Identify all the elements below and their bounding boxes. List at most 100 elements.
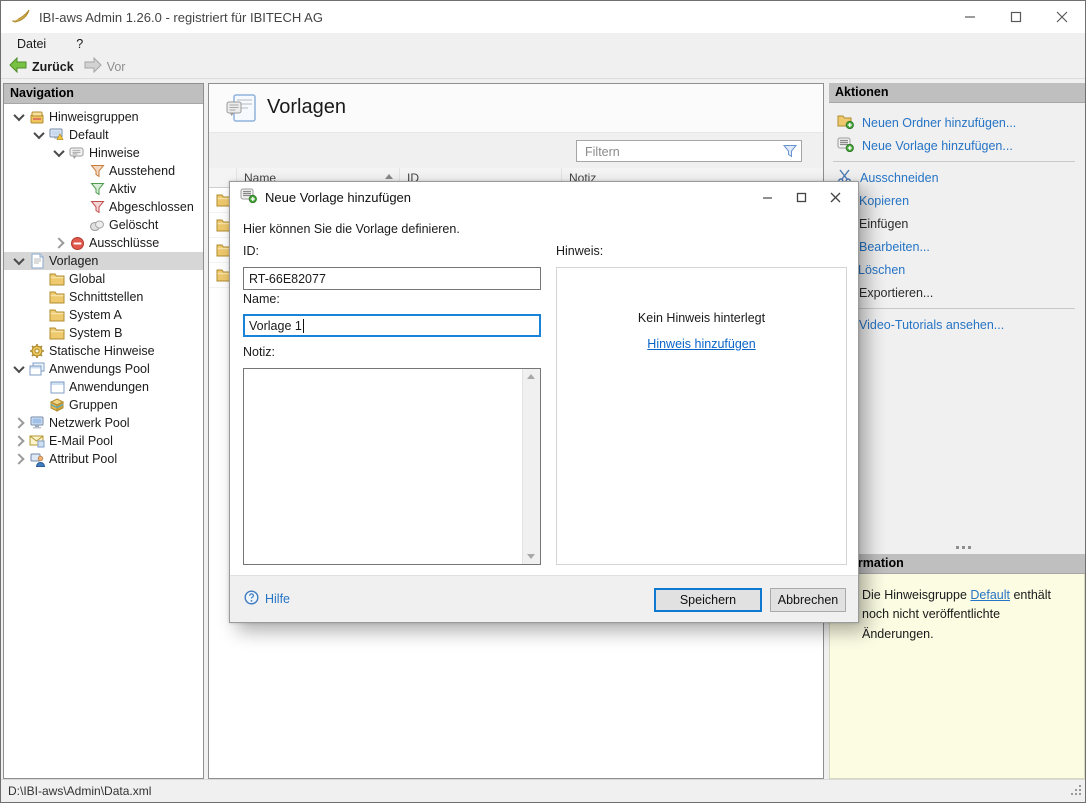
name-label: Name: bbox=[243, 292, 280, 306]
action-exportieren[interactable]: Exportieren... bbox=[829, 281, 1085, 304]
app-window: IBI-aws Admin 1.26.0 - registriert für I… bbox=[0, 0, 1086, 803]
hinweis-empty-text: Kein Hinweis hinterlegt bbox=[637, 311, 766, 325]
tree-item-hinweisgruppen[interactable]: Hinweisgruppen bbox=[4, 108, 203, 126]
tree-item-anwendungs-pool[interactable]: Anwendungs Pool bbox=[4, 360, 203, 378]
folder-icon bbox=[48, 290, 66, 304]
chevron-right-icon[interactable] bbox=[10, 434, 28, 448]
text-caret bbox=[302, 318, 304, 333]
chevron-right-icon[interactable] bbox=[10, 416, 28, 430]
action-video-tutorials[interactable]: Video-Tutorials ansehen... bbox=[829, 313, 1085, 336]
actions-header: Aktionen bbox=[829, 83, 1085, 103]
dialog-footer: Hilfe Speichern Abbrechen bbox=[230, 575, 858, 622]
information-panel: Information Die Hinweisgruppe Default en… bbox=[829, 541, 1085, 779]
dialog-title: Neue Vorlage hinzufügen bbox=[265, 189, 412, 205]
id-label: ID: bbox=[243, 244, 259, 258]
tree-item-abgeschlossen[interactable]: Abgeschlossen bbox=[4, 198, 203, 216]
scroll-down-icon bbox=[527, 554, 535, 559]
speichern-button[interactable]: Speichern bbox=[654, 588, 762, 612]
dialog-minimize-button[interactable] bbox=[750, 182, 784, 212]
maximize-button[interactable] bbox=[993, 1, 1039, 33]
tree-item-system-b[interactable]: System B bbox=[4, 324, 203, 342]
resize-grip[interactable] bbox=[1070, 784, 1082, 799]
template-add-icon bbox=[240, 188, 257, 206]
hinweis-hinzufuegen-link[interactable]: Hinweis hinzufügen bbox=[647, 337, 755, 351]
tree-item-system-a[interactable]: System A bbox=[4, 306, 203, 324]
dialog-subtitle: Hier können Sie die Vorlage definieren. bbox=[243, 222, 460, 236]
chevron-right-icon[interactable] bbox=[50, 236, 68, 250]
tree-item-default[interactable]: Default bbox=[4, 126, 203, 144]
information-message: Die Hinweisgruppe Default enthält noch n… bbox=[829, 574, 1085, 779]
chevron-down-icon[interactable] bbox=[10, 109, 28, 124]
chevron-right-icon[interactable] bbox=[10, 452, 28, 466]
tree-item-ausschluesse[interactable]: Ausschlüsse bbox=[4, 234, 203, 252]
help-link[interactable]: Hilfe bbox=[244, 590, 290, 608]
menu-datei[interactable]: Datei bbox=[17, 37, 46, 51]
panel-splitter-handle[interactable] bbox=[829, 541, 1085, 554]
tree-item-vorlagen[interactable]: Vorlagen bbox=[4, 252, 203, 270]
funnel-red-icon bbox=[88, 200, 106, 214]
new-template-dialog: Neue Vorlage hinzufügen Hier können Sie … bbox=[229, 181, 859, 623]
tree-item-geloescht[interactable]: Gelöscht bbox=[4, 216, 203, 234]
tree-item-statische-hinweise[interactable]: Statische Hinweise bbox=[4, 342, 203, 360]
tree-item-schnittstellen[interactable]: Schnittstellen bbox=[4, 288, 203, 306]
tree-item-global[interactable]: Global bbox=[4, 270, 203, 288]
menu-help[interactable]: ? bbox=[76, 37, 83, 51]
template-icon bbox=[28, 253, 46, 269]
chevron-down-icon[interactable] bbox=[10, 253, 28, 268]
action-bearbeiten[interactable]: Bearbeiten... bbox=[829, 235, 1085, 258]
action-kopieren[interactable]: Kopieren bbox=[829, 189, 1085, 212]
chevron-down-icon[interactable] bbox=[30, 127, 48, 142]
actions-list: Neuen Ordner hinzufügen... Neue Vorlage … bbox=[829, 103, 1085, 336]
tree-item-anwendungen[interactable]: Anwendungen bbox=[4, 378, 203, 396]
dialog-maximize-button[interactable] bbox=[784, 182, 818, 212]
abbrechen-button[interactable]: Abbrechen bbox=[770, 588, 846, 612]
tree-item-gruppen[interactable]: Gruppen bbox=[4, 396, 203, 414]
funnel-orange-icon bbox=[88, 164, 106, 178]
window-icon bbox=[48, 381, 66, 394]
filter-input[interactable] bbox=[583, 142, 777, 162]
tree-item-aktiv[interactable]: Aktiv bbox=[4, 180, 203, 198]
default-group-link[interactable]: Default bbox=[970, 588, 1010, 602]
notiz-label: Notiz: bbox=[243, 345, 275, 359]
minimize-button[interactable] bbox=[947, 1, 993, 33]
navigation-panel: Navigation Hinweisgruppen Default Hinwei… bbox=[3, 83, 204, 779]
action-ausschneiden[interactable]: Ausschneiden bbox=[829, 166, 1085, 189]
notiz-textarea[interactable] bbox=[243, 368, 541, 565]
mail-icon bbox=[28, 435, 46, 448]
network-icon bbox=[28, 416, 46, 430]
chevron-down-icon[interactable] bbox=[50, 145, 68, 160]
name-field[interactable]: Vorlage 1 bbox=[243, 314, 541, 337]
template-add-icon bbox=[837, 137, 854, 155]
status-bar: D:\IBI-aws\Admin\Data.xml bbox=[1, 779, 1085, 802]
chevron-down-icon[interactable] bbox=[10, 361, 28, 376]
navigation-header: Navigation bbox=[4, 84, 203, 104]
forward-button[interactable]: Vor bbox=[84, 56, 125, 76]
action-einfuegen[interactable]: Einfügen bbox=[829, 212, 1085, 235]
action-neue-vorlage-hinzufuegen[interactable]: Neue Vorlage hinzufügen... bbox=[829, 134, 1085, 157]
app-pool-icon bbox=[28, 362, 46, 376]
app-logo-icon bbox=[11, 8, 31, 27]
back-button[interactable]: Zurück bbox=[9, 56, 74, 76]
help-icon bbox=[244, 590, 259, 608]
tree-item-hinweise[interactable]: Hinweise bbox=[4, 144, 203, 162]
tree-item-attribut-pool[interactable]: Attribut Pool bbox=[4, 450, 203, 468]
action-loeschen[interactable]: Löschen bbox=[829, 258, 1085, 281]
exclude-icon bbox=[68, 236, 86, 251]
hinweis-panel: Kein Hinweis hinterlegt Hinweis hinzufüg… bbox=[556, 267, 847, 565]
filter-row bbox=[209, 132, 823, 168]
tree-item-ausstehend[interactable]: Ausstehend bbox=[4, 162, 203, 180]
filter-funnel-icon[interactable] bbox=[782, 144, 798, 162]
menu-bar: Datei ? bbox=[1, 33, 1085, 55]
close-button[interactable] bbox=[1039, 1, 1085, 33]
tree-item-email-pool[interactable]: E-Mail Pool bbox=[4, 432, 203, 450]
dialog-close-button[interactable] bbox=[818, 182, 852, 212]
deleted-icon bbox=[88, 218, 106, 232]
vorlagen-page-icon bbox=[225, 93, 257, 128]
action-neuen-ordner-hinzufuegen[interactable]: Neuen Ordner hinzufügen... bbox=[829, 111, 1085, 134]
tree-item-netzwerk-pool[interactable]: Netzwerk Pool bbox=[4, 414, 203, 432]
dialog-title-bar: Neue Vorlage hinzufügen bbox=[230, 182, 858, 212]
id-field[interactable]: RT-66E82077 bbox=[243, 267, 541, 290]
navigation-tree: Hinweisgruppen Default Hinweise Ausstehe… bbox=[4, 104, 203, 468]
folder-add-icon bbox=[837, 114, 854, 132]
scrollbar[interactable] bbox=[522, 369, 540, 564]
